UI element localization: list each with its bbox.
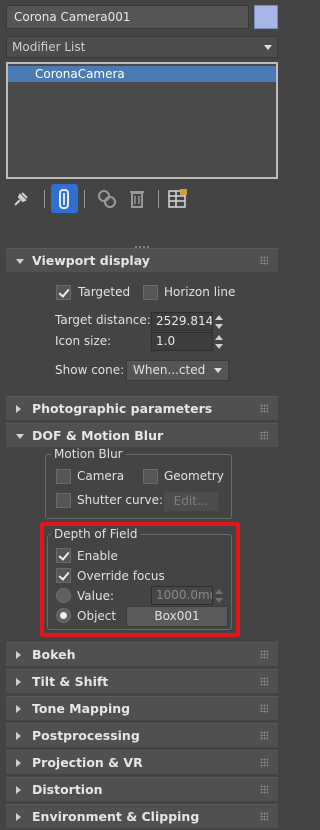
collapse-triangle-icon [16, 434, 24, 439]
rollout-dof-motion-blur[interactable]: DOF & Motion Blur [6, 423, 278, 447]
modifier-list-dropdown[interactable]: Modifier List [6, 36, 278, 58]
show-cone-dropdown[interactable]: When...cted [126, 360, 229, 381]
motion-blur-camera-label: Camera [77, 469, 125, 483]
show-end-result-icon [52, 186, 76, 212]
drag-handle-icon[interactable] [260, 758, 268, 767]
highlight-annotation-box [40, 522, 240, 637]
expand-triangle-icon [16, 651, 21, 659]
rollout-postprocessing[interactable]: Postprocessing [6, 723, 278, 747]
modifier-stack-item[interactable]: CoronaCamera [8, 66, 276, 82]
rollout-bokeh[interactable]: Bokeh [6, 642, 278, 666]
expand-triangle-icon [16, 705, 21, 713]
motion-blur-camera-checkbox[interactable] [56, 469, 71, 484]
expand-triangle-icon [16, 732, 21, 740]
expand-triangle-icon [16, 405, 21, 413]
rollout-title: Tone Mapping [32, 701, 131, 716]
expand-triangle-icon [16, 759, 21, 767]
rollout-title: Distortion [32, 782, 103, 797]
rollout-title: Bokeh [32, 647, 76, 662]
rollout-title: Environment & Clipping [32, 809, 200, 824]
toolbar-separator [84, 190, 85, 208]
remove-modifier-icon[interactable] [125, 186, 149, 212]
drag-handle-icon[interactable] [260, 404, 268, 413]
drag-handle-icon[interactable] [260, 650, 268, 659]
drag-handle-icon[interactable] [260, 731, 268, 740]
rollout-tone-mapping[interactable]: Tone Mapping [6, 696, 278, 720]
rollout-title: Projection & VR [32, 755, 143, 770]
target-distance-input[interactable]: 2529.814 [151, 312, 213, 331]
show-cone-value: When...cted [133, 363, 206, 377]
pin-stack-icon[interactable] [9, 186, 33, 212]
targeted-label: Targeted [78, 285, 131, 299]
drag-handle-icon[interactable] [260, 812, 268, 821]
target-distance-label: Target distance: [55, 313, 151, 327]
expand-triangle-icon [16, 813, 21, 821]
horizon-line-label: Horizon line [164, 285, 236, 299]
targeted-checkbox[interactable] [56, 285, 71, 300]
rollout-title: Photographic parameters [32, 401, 213, 416]
panel-resize-grip[interactable] [134, 238, 150, 248]
drag-handle-icon[interactable] [260, 431, 268, 440]
shutter-curve-checkbox[interactable] [56, 493, 71, 508]
chevron-down-icon [214, 368, 222, 373]
chevron-down-icon [264, 45, 272, 50]
collapse-triangle-icon [16, 259, 24, 264]
make-unique-icon[interactable] [95, 186, 119, 212]
rollout-tilt-shift[interactable]: Tilt & Shift [6, 669, 278, 693]
shutter-curve-edit-button[interactable]: Edit... [163, 491, 219, 512]
icon-size-input[interactable]: 1.0 [151, 332, 213, 351]
rollout-title: Tilt & Shift [32, 674, 109, 689]
icon-size-label: Icon size: [55, 334, 112, 348]
show-cone-label: Show cone: [55, 363, 125, 377]
rollout-photographic-parameters[interactable]: Photographic parameters [6, 396, 278, 420]
drag-handle-icon[interactable] [260, 256, 268, 265]
toolbar-separator [44, 190, 45, 208]
toolbar-separator [158, 190, 159, 208]
drag-handle-icon[interactable] [260, 785, 268, 794]
rollout-title: Viewport display [32, 253, 150, 268]
motion-blur-geometry-label: Geometry [164, 469, 224, 483]
modifier-list-label: Modifier List [12, 40, 86, 54]
shutter-curve-label: Shutter curve: [77, 493, 164, 507]
motion-blur-geometry-checkbox[interactable] [143, 469, 158, 484]
rollout-title: DOF & Motion Blur [32, 428, 164, 443]
icon-size-spinner[interactable] [215, 335, 223, 349]
expand-triangle-icon [16, 678, 21, 686]
motion-blur-group-title: Motion Blur [51, 447, 126, 461]
rollout-title: Postprocessing [32, 728, 140, 743]
rollout-projection-vr[interactable]: Projection & VR [6, 750, 278, 774]
horizon-line-checkbox[interactable] [143, 285, 158, 300]
rollout-distortion[interactable]: Distortion [6, 777, 278, 801]
drag-handle-icon[interactable] [260, 677, 268, 686]
rollout-environment-clipping[interactable]: Environment & Clipping [6, 804, 278, 828]
target-distance-spinner[interactable] [215, 315, 223, 329]
object-name-field[interactable]: Corona Camera001 [6, 5, 249, 29]
configure-modifier-sets-icon[interactable] [166, 186, 190, 212]
object-color-swatch[interactable] [254, 5, 278, 29]
expand-triangle-icon [16, 786, 21, 794]
drag-handle-icon[interactable] [260, 704, 268, 713]
rollout-viewport-display[interactable]: Viewport display [6, 248, 278, 272]
